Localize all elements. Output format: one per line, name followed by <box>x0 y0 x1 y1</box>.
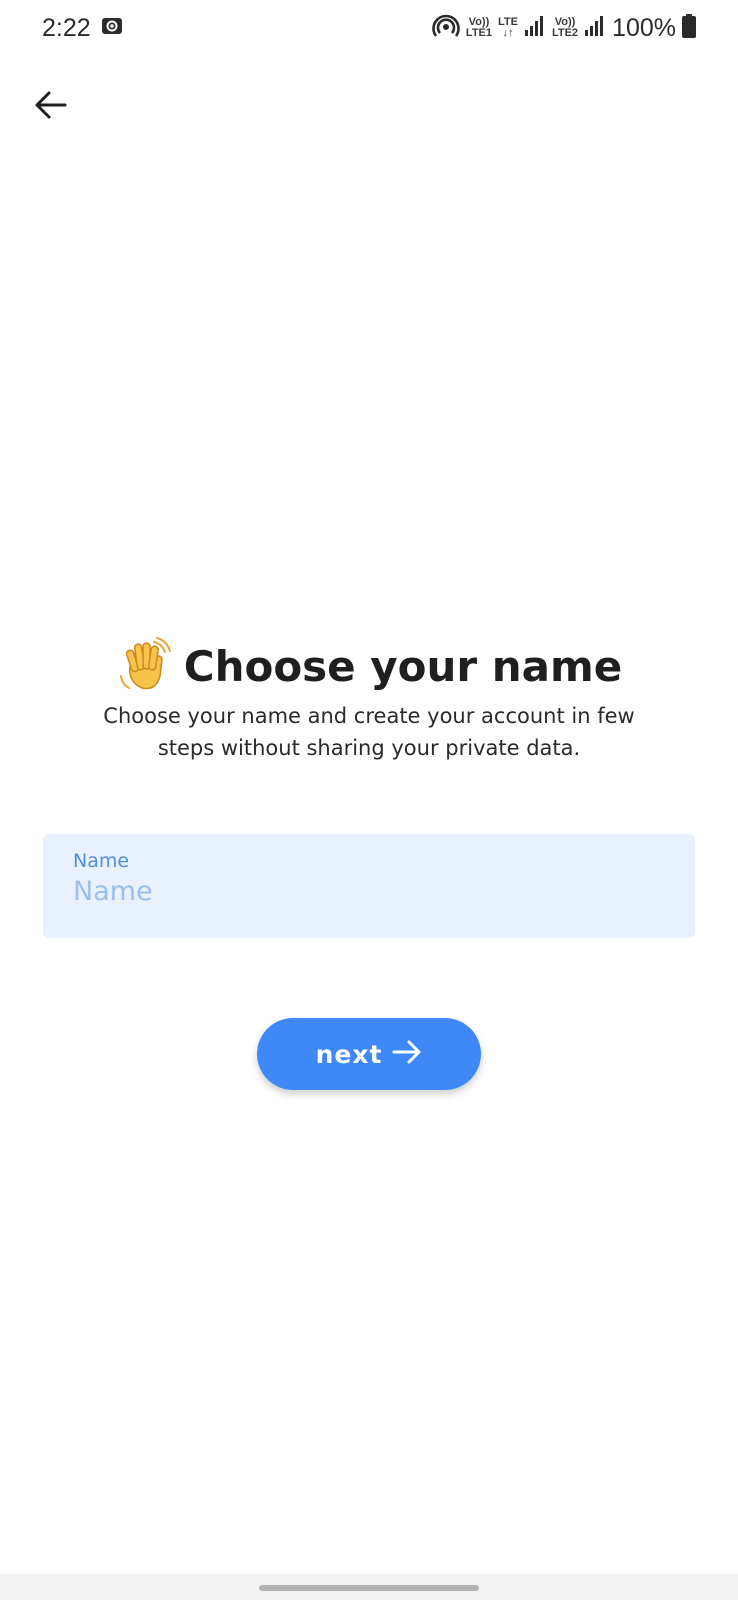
signal-icon-sim1 <box>524 15 546 41</box>
battery-percent: 100% <box>612 13 676 42</box>
name-input[interactable] <box>73 876 665 907</box>
sim2-volte: Vo)) LTE2 <box>552 17 578 39</box>
name-field[interactable]: Name <box>43 834 695 938</box>
home-gesture-handle[interactable] <box>259 1585 479 1591</box>
signal-icon-sim2 <box>584 15 606 41</box>
sim1-volte-bottom: LTE1 <box>465 27 492 39</box>
arrow-left-icon <box>34 90 68 124</box>
next-button[interactable]: next <box>257 1018 481 1090</box>
waving-hand-icon <box>116 636 172 696</box>
sim2-volte-bottom: LTE2 <box>551 27 579 39</box>
lte-indicator: LTE ↓↑ <box>498 17 518 39</box>
heading-row: Choose your name <box>0 636 738 696</box>
sim1-volte: Vo)) LTE1 <box>466 17 492 39</box>
arrow-right-icon <box>392 1039 422 1069</box>
battery-icon <box>682 14 696 42</box>
navigation-bar <box>0 1574 738 1600</box>
page-title: Choose your name <box>183 641 623 691</box>
status-right: Vo)) LTE1 LTE ↓↑ Vo)) LTE2 100% <box>432 14 696 43</box>
name-field-label: Name <box>73 850 130 872</box>
screen-record-icon <box>101 16 123 40</box>
hotspot-icon <box>432 14 460 42</box>
back-button[interactable] <box>30 86 72 128</box>
page-subtitle: Choose your name and create your account… <box>103 704 635 760</box>
status-bar: 2:22 Vo)) LTE1 LTE ↓↑ Vo)) LTE2 100% <box>0 0 738 56</box>
status-left: 2:22 <box>42 14 123 43</box>
lte-arrows: ↓↑ <box>502 27 514 39</box>
next-button-label: next <box>315 1039 383 1069</box>
status-time: 2:22 <box>42 13 91 42</box>
